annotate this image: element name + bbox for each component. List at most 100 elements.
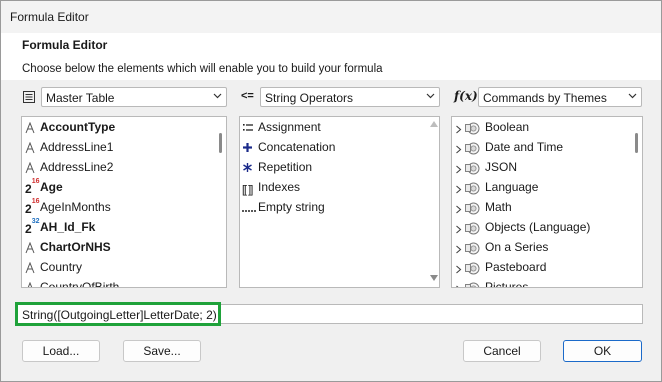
theme-folder-icon xyxy=(465,221,480,238)
text-type-icon xyxy=(25,141,35,157)
scroll-up-icon[interactable] xyxy=(430,121,438,127)
theme-folder-icon xyxy=(465,281,480,287)
text-type-icon xyxy=(25,121,35,137)
theme-item[interactable]: Date and Time xyxy=(452,138,631,158)
field-item[interactable]: AccountType xyxy=(22,118,215,138)
fields-list[interactable]: AccountType AddressLine1 AddressLine2 216 Ag… xyxy=(21,116,227,288)
theme-label: Pictures xyxy=(485,280,529,288)
theme-item[interactable]: JSON xyxy=(452,158,631,178)
scroll-down-icon[interactable] xyxy=(430,275,438,281)
field-label: AddressLine1 xyxy=(40,140,114,154)
operators-dropdown[interactable]: String Operators xyxy=(260,87,440,107)
field-label: AccountType xyxy=(40,120,116,134)
save-button[interactable]: Save... xyxy=(123,340,201,362)
field-label: AddressLine2 xyxy=(40,160,114,174)
load-button[interactable]: Load... xyxy=(22,340,100,362)
operator-item[interactable]: Concatenation xyxy=(240,138,428,158)
chevron-right-icon[interactable] xyxy=(455,283,462,287)
field-item[interactable]: 216 AgeInMonths xyxy=(22,198,215,218)
text-type-icon xyxy=(25,281,35,287)
fields-scrollbar[interactable] xyxy=(215,117,226,287)
theme-label: Math xyxy=(485,200,512,214)
chevron-down-icon xyxy=(628,93,637,99)
title-bar: Formula Editor xyxy=(1,1,661,33)
function-icon: f(x) xyxy=(454,89,478,103)
operator-icon: <= xyxy=(241,90,254,102)
chevron-right-icon[interactable] xyxy=(455,243,462,257)
theme-label: JSON xyxy=(485,160,518,174)
field-label: CountryOfBirth xyxy=(40,280,120,288)
scrollbar-thumb[interactable] xyxy=(635,133,638,153)
theme-item[interactable]: Boolean xyxy=(452,118,631,138)
integer16-icon: 216 xyxy=(25,178,40,196)
integer32-icon: 232 xyxy=(25,218,40,236)
cancel-button[interactable]: Cancel xyxy=(463,340,541,362)
theme-item[interactable]: Language xyxy=(452,178,631,198)
table-dropdown[interactable]: Master Table xyxy=(41,87,227,107)
chevron-right-icon[interactable] xyxy=(455,123,462,137)
theme-item[interactable]: Pasteboard xyxy=(452,258,631,278)
operators-dropdown-value: String Operators xyxy=(265,91,354,105)
theme-item[interactable]: Objects (Language) xyxy=(452,218,631,238)
operator-label: Indexes xyxy=(258,180,301,194)
theme-label: Language xyxy=(485,180,539,194)
chevron-right-icon[interactable] xyxy=(455,163,462,177)
themes-scrollbar[interactable] xyxy=(631,117,642,287)
scrollbar-thumb[interactable] xyxy=(219,133,222,153)
operator-item[interactable]: [[ ]] Indexes xyxy=(240,178,428,198)
page-title: Formula Editor xyxy=(22,38,108,52)
chevron-right-icon[interactable] xyxy=(455,263,462,277)
theme-label: Objects (Language) xyxy=(485,220,591,234)
field-label: ChartOrNHS xyxy=(40,240,111,254)
theme-folder-icon xyxy=(465,241,480,258)
field-item[interactable]: Country xyxy=(22,258,215,278)
plus-icon xyxy=(242,142,253,156)
operator-item[interactable]: Assignment xyxy=(240,118,428,138)
field-item[interactable]: 216 Age xyxy=(22,178,215,198)
assignment-icon xyxy=(242,122,254,136)
field-item[interactable]: AddressLine1 xyxy=(22,138,215,158)
field-item[interactable]: CountryOfBirth xyxy=(22,278,215,288)
operator-item[interactable]: Repetition xyxy=(240,158,428,178)
operators-scrollbar[interactable] xyxy=(428,117,439,287)
text-type-icon xyxy=(25,161,35,177)
chevron-right-icon[interactable] xyxy=(455,183,462,197)
brackets-icon: [[ ]] xyxy=(242,184,253,196)
chevron-right-icon[interactable] xyxy=(455,143,462,157)
ok-button[interactable]: OK xyxy=(563,340,642,362)
chevron-down-icon xyxy=(213,93,222,99)
theme-label: On a Series xyxy=(485,240,549,254)
field-item[interactable]: ChartOrNHS xyxy=(22,238,215,258)
field-label: AgeInMonths xyxy=(40,200,111,214)
theme-item[interactable]: Pictures xyxy=(452,278,631,288)
operator-item[interactable]: Empty string xyxy=(240,198,428,218)
theme-folder-icon xyxy=(465,201,480,218)
themes-list[interactable]: Boolean Date and Time JSON Language Math Obje… xyxy=(451,116,643,288)
text-type-icon xyxy=(25,261,35,277)
chevron-down-icon xyxy=(426,93,435,99)
field-label: Country xyxy=(40,260,83,274)
theme-label: Pasteboard xyxy=(485,260,547,274)
text-type-icon xyxy=(25,241,35,257)
theme-item[interactable]: On a Series xyxy=(452,238,631,258)
table-list-icon xyxy=(22,90,36,107)
theme-label: Date and Time xyxy=(485,140,564,154)
theme-folder-icon xyxy=(465,141,480,158)
operator-label: Repetition xyxy=(258,160,313,174)
theme-folder-icon xyxy=(465,161,480,178)
header-panel: Formula Editor Choose below the elements… xyxy=(1,33,661,80)
theme-folder-icon xyxy=(465,261,480,278)
chevron-right-icon[interactable] xyxy=(455,223,462,237)
commands-dropdown-value: Commands by Themes xyxy=(483,91,607,105)
field-item[interactable]: 232 AH_Id_Fk xyxy=(22,218,215,238)
page-subtitle: Choose below the elements which will ena… xyxy=(22,63,383,75)
operator-label: Empty string xyxy=(258,200,325,214)
operators-list[interactable]: Assignment Concatenation Repetition [[ ]] In… xyxy=(239,116,440,288)
field-label: Age xyxy=(40,180,63,194)
theme-item[interactable]: Math xyxy=(452,198,631,218)
asterisk-icon xyxy=(242,162,253,176)
theme-label: Boolean xyxy=(485,120,530,134)
chevron-right-icon[interactable] xyxy=(455,203,462,217)
field-item[interactable]: AddressLine2 xyxy=(22,158,215,178)
commands-dropdown[interactable]: Commands by Themes xyxy=(478,87,642,107)
